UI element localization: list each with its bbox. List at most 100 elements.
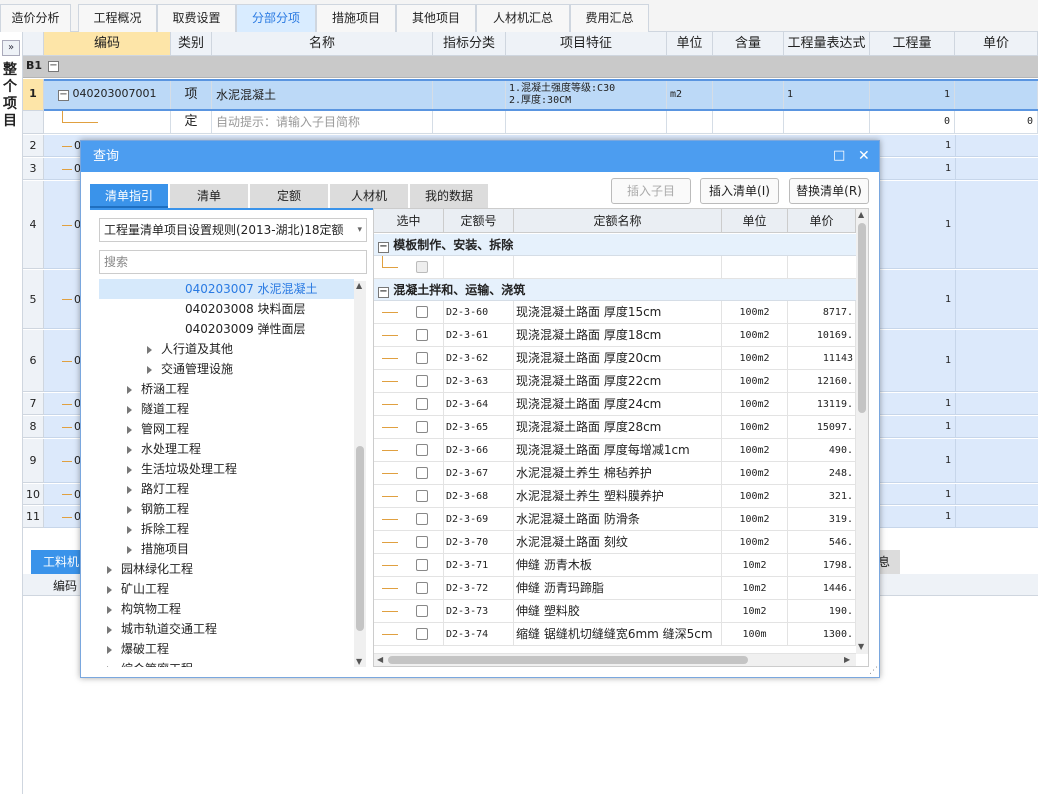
- tree-item[interactable]: 园林绿化工程: [99, 559, 354, 579]
- scroll-up-icon[interactable]: ▲: [356, 281, 362, 291]
- tab-sub-items[interactable]: 分部分项: [236, 4, 316, 32]
- tab-fee-summary[interactable]: 费用汇总: [570, 4, 649, 32]
- col-header-content[interactable]: 含量: [713, 32, 784, 56]
- tab-project-overview[interactable]: 工程概况: [78, 4, 157, 32]
- col-header-feature[interactable]: 项目特征: [506, 32, 667, 56]
- resize-grip-icon[interactable]: ⋰: [869, 666, 878, 676]
- tab-other-items[interactable]: 其他项目: [396, 4, 476, 32]
- expand-arrow-icon[interactable]: [107, 605, 112, 614]
- table-row-selected[interactable]: − 040203007001 项 水泥混凝土 1.混凝土强度等级:C30 2.厚…: [44, 79, 1038, 111]
- whole-project-label[interactable]: 整个项目: [3, 62, 19, 130]
- expand-arrow-icon[interactable]: [147, 345, 152, 354]
- tree-item-selected[interactable]: 040203007 水泥混凝土: [99, 279, 354, 299]
- quota-row[interactable]: D2-3-63 现浇混凝土路面 厚度22cm 100m2 12160.: [374, 370, 856, 393]
- quota-row[interactable]: D2-3-60 现浇混凝土路面 厚度15cm 100m2 8717.: [374, 301, 856, 324]
- feature-cell[interactable]: 1.混凝土强度等级:C30 2.厚度:30CM: [506, 81, 667, 109]
- expand-arrow-icon[interactable]: [127, 465, 132, 474]
- expand-panel-button[interactable]: »: [2, 40, 20, 56]
- expand-arrow-icon[interactable]: [107, 645, 112, 654]
- expand-arrow-icon[interactable]: [107, 625, 112, 634]
- checkbox[interactable]: [416, 261, 428, 273]
- expand-arrow-icon[interactable]: [127, 425, 132, 434]
- tab-measures[interactable]: 措施项目: [316, 4, 396, 32]
- expand-arrow-icon[interactable]: [107, 665, 112, 667]
- rule-select[interactable]: 工程量清单项目设置规则(2013-湖北)18定额 ▾: [99, 218, 367, 242]
- quota-row[interactable]: D2-3-62 现浇混凝土路面 厚度20cm 100m2 11143: [374, 347, 856, 370]
- tree-item[interactable]: 交通管理设施: [99, 359, 354, 379]
- section-row-b1[interactable]: B1 −: [23, 56, 1038, 78]
- tab-labor-material-machine[interactable]: 人材机: [330, 184, 408, 208]
- tab-quota[interactable]: 定额: [250, 184, 328, 208]
- expand-arrow-icon[interactable]: [107, 565, 112, 574]
- table-hscroll[interactable]: ◀ ▶: [374, 654, 856, 666]
- quota-row[interactable]: D2-3-69 水泥混凝土路面 防滑条 100m2 319.: [374, 508, 856, 531]
- scroll-down-icon[interactable]: ▼: [356, 657, 362, 667]
- scroll-left-icon[interactable]: ◀: [377, 655, 383, 665]
- collapse-icon[interactable]: −: [378, 242, 389, 253]
- tab-list[interactable]: 清单: [170, 184, 248, 208]
- col-header-unit[interactable]: 单位: [667, 32, 713, 56]
- expand-arrow-icon[interactable]: [127, 485, 132, 494]
- tree-item[interactable]: 040203009 弹性面层: [99, 319, 354, 339]
- quota-row[interactable]: D2-3-65 现浇混凝土路面 厚度28cm 100m2 15097.: [374, 416, 856, 439]
- tree-item[interactable]: 路灯工程: [99, 479, 354, 499]
- expand-arrow-icon[interactable]: [127, 405, 132, 414]
- name-hint-cell[interactable]: 自动提示：请输入子目简称: [212, 111, 433, 133]
- insert-sub-item-button[interactable]: 插入子目: [611, 178, 691, 204]
- search-input[interactable]: 搜索: [99, 250, 367, 274]
- quota-row[interactable]: D2-3-64 现浇混凝土路面 厚度24cm 100m2 13119.: [374, 393, 856, 416]
- col-header-name[interactable]: 名称: [212, 32, 433, 56]
- tab-fee-settings[interactable]: 取费设置: [157, 4, 236, 32]
- tab-labor-material[interactable]: 人材机汇总: [476, 4, 570, 32]
- quota-row[interactable]: D2-3-74 缩缝 锯缝机切缝缝宽6mm 缝深5cm 100m 1300.: [374, 623, 856, 646]
- tree-item[interactable]: 040203008 块料面层: [99, 299, 354, 319]
- quota-row[interactable]: D2-3-61 现浇混凝土路面 厚度18cm 100m2 10169.: [374, 324, 856, 347]
- quota-row[interactable]: D2-3-73 伸缝 塑料胶 10m2 190.: [374, 600, 856, 623]
- collapse-icon[interactable]: −: [48, 61, 59, 72]
- maximize-icon[interactable]: □: [833, 148, 845, 163]
- replace-list-button[interactable]: 替换清单(R): [789, 178, 869, 204]
- tree-item[interactable]: 矿山工程: [99, 579, 354, 599]
- name-cell[interactable]: 水泥混凝土: [212, 81, 433, 109]
- group-row[interactable]: − 混凝土拌和、运输、浇筑: [374, 279, 856, 301]
- col-header-type[interactable]: 类别: [171, 32, 212, 56]
- tab-cost-analysis[interactable]: 造价分析: [0, 4, 71, 32]
- tree-item[interactable]: 爆破工程: [99, 639, 354, 659]
- quota-row[interactable]: D2-3-68 水泥混凝土养生 塑料膜养护 100m2 321.: [374, 485, 856, 508]
- expand-arrow-icon[interactable]: [127, 525, 132, 534]
- tab-my-data[interactable]: 我的数据: [410, 184, 488, 208]
- tree-scrollbar[interactable]: ▲ ▼: [354, 281, 366, 667]
- quota-row[interactable]: D2-3-66 现浇混凝土路面 厚度每增减1cm 100m2 490.: [374, 439, 856, 462]
- col-header-code[interactable]: 编码: [44, 32, 171, 56]
- close-icon[interactable]: ✕: [858, 148, 870, 164]
- collapse-icon[interactable]: −: [378, 287, 389, 298]
- tree-item[interactable]: 钢筋工程: [99, 499, 354, 519]
- table-vscroll[interactable]: ▲ ▼: [856, 209, 868, 654]
- tree-item[interactable]: 城市轨道交通工程: [99, 619, 354, 639]
- quota-row[interactable]: D2-3-70 水泥混凝土路面 刻纹 100m2 546.: [374, 531, 856, 554]
- scroll-up-icon[interactable]: ▲: [858, 210, 864, 220]
- table-row-quota[interactable]: 定 自动提示：请输入子目简称 0 0: [44, 111, 1038, 134]
- tree-item[interactable]: 隧道工程: [99, 399, 354, 419]
- col-header-indicator[interactable]: 指标分类: [433, 32, 506, 56]
- tree-item[interactable]: 管网工程: [99, 419, 354, 439]
- tab-list-guide[interactable]: 清单指引: [90, 184, 168, 208]
- quota-row[interactable]: D2-3-72 伸缝 沥青玛蹄脂 10m2 1446.: [374, 577, 856, 600]
- expand-arrow-icon[interactable]: [147, 365, 152, 374]
- tree-item[interactable]: 生活垃圾处理工程: [99, 459, 354, 479]
- group-row[interactable]: − 模板制作、安装、拆除: [374, 234, 856, 256]
- collapse-icon[interactable]: −: [58, 90, 69, 101]
- tree-item[interactable]: 拆除工程: [99, 519, 354, 539]
- scroll-right-icon[interactable]: ▶: [844, 655, 850, 665]
- insert-list-button[interactable]: 插入清单(I): [700, 178, 779, 204]
- expand-arrow-icon[interactable]: [127, 545, 132, 554]
- tree-item[interactable]: 水处理工程: [99, 439, 354, 459]
- tree-item[interactable]: 综合管廊工程: [99, 659, 354, 667]
- quota-row[interactable]: D2-3-71 伸缝 沥青木板 10m2 1798.: [374, 554, 856, 577]
- expand-arrow-icon[interactable]: [127, 385, 132, 394]
- tree-item[interactable]: 人行道及其他: [99, 339, 354, 359]
- col-header-quantity[interactable]: 工程量: [870, 32, 955, 56]
- expand-arrow-icon[interactable]: [107, 585, 112, 594]
- expression-cell[interactable]: 1: [784, 81, 870, 109]
- tree-item[interactable]: 构筑物工程: [99, 599, 354, 619]
